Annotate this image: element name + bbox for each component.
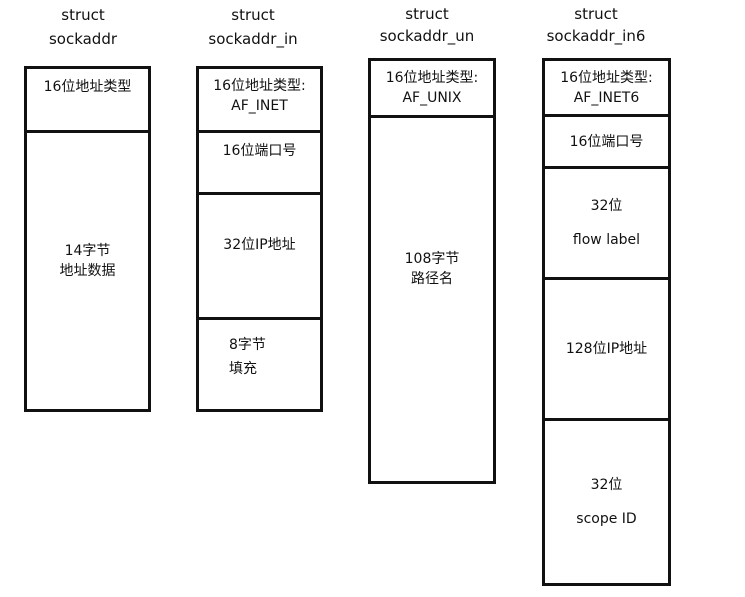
field-text: scope ID xyxy=(576,511,637,527)
title-line: sockaddr xyxy=(48,30,118,48)
field-ip-address: 128位IP地址 xyxy=(545,280,668,421)
field-text: 108字节 xyxy=(404,250,460,267)
field-address-family: 16位地址类型 xyxy=(27,69,148,133)
field-text: AF_INET xyxy=(231,98,288,114)
struct-sockaddr-un-box: 16位地址类型: AF_UNIX 108字节 路径名 xyxy=(368,58,496,484)
title-line: sockaddr_in6 xyxy=(546,27,646,45)
field-text: flow label xyxy=(572,232,641,248)
field-address-data: 14字节 地址数据 xyxy=(27,133,148,409)
field-scope-id: 32位 scope ID xyxy=(545,421,668,583)
field-text: 8字节 xyxy=(229,337,266,353)
field-port: 16位端口号 xyxy=(199,133,320,195)
title-line: struct xyxy=(405,5,449,23)
field-text: 16位端口号 xyxy=(569,133,644,150)
struct-sockaddr-in6-box: 16位地址类型: AF_INET6 16位端口号 32位 flow label … xyxy=(542,58,671,586)
field-text: 32位 xyxy=(590,477,623,493)
field-text: 地址数据 xyxy=(59,263,116,279)
title-line: struct xyxy=(61,6,105,24)
field-text: 32位 xyxy=(590,198,623,214)
field-text: 路径名 xyxy=(411,270,453,287)
field-text: 16位端口号 xyxy=(222,143,297,159)
field-address-family: 16位地址类型: AF_INET xyxy=(199,69,320,133)
field-text: 16位地址类型: xyxy=(213,78,306,94)
struct-sockaddr-in6-title: struct sockaddr_in6 xyxy=(516,3,676,47)
field-text: 32位IP地址 xyxy=(223,237,296,253)
field-port: 16位端口号 xyxy=(545,117,668,169)
field-padding: 8字节 填充 xyxy=(199,320,320,409)
field-text: 14字节 xyxy=(64,243,111,259)
field-flow-label: 32位 flow label xyxy=(545,169,668,280)
field-text: 16位地址类型: xyxy=(385,70,479,86)
title-line: struct xyxy=(574,5,618,23)
struct-sockaddr-title: struct sockaddr xyxy=(3,3,163,51)
field-path-name: 108字节 路径名 xyxy=(371,118,493,481)
field-ip-address: 32位IP地址 xyxy=(199,195,320,320)
field-text: 16位地址类型 xyxy=(43,79,132,95)
title-line: sockaddr_un xyxy=(379,27,475,45)
field-text: 填充 xyxy=(229,361,257,377)
field-text: AF_UNIX xyxy=(402,90,462,106)
struct-sockaddr-in-title: struct sockaddr_in xyxy=(173,3,333,51)
struct-sockaddr-un-title: struct sockaddr_un xyxy=(347,3,507,47)
struct-sockaddr-box: 16位地址类型 14字节 地址数据 xyxy=(24,66,151,412)
field-text: 128位IP地址 xyxy=(565,341,648,357)
field-text: AF_INET6 xyxy=(573,90,640,106)
field-address-family: 16位地址类型: AF_INET6 xyxy=(545,61,668,117)
field-address-family: 16位地址类型: AF_UNIX xyxy=(371,61,493,118)
struct-sockaddr-in-box: 16位地址类型: AF_INET 16位端口号 32位IP地址 8字节 填充 xyxy=(196,66,323,412)
title-line: sockaddr_in xyxy=(208,30,298,48)
title-line: struct xyxy=(231,6,275,24)
field-text: 16位地址类型: xyxy=(560,70,653,86)
